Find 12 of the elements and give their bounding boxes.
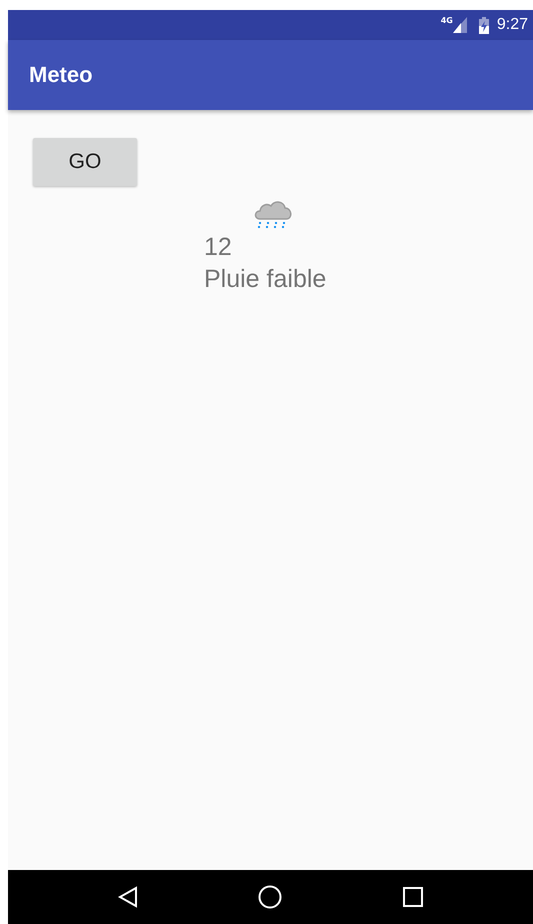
- network-type: 4G: [440, 16, 453, 25]
- clock: 9:27: [496, 16, 528, 34]
- back-icon[interactable]: [118, 886, 138, 908]
- app-title: Meteo: [29, 62, 93, 88]
- rain-cloud-icon: [252, 199, 294, 229]
- battery-icon: [478, 16, 489, 34]
- go-button[interactable]: GO: [33, 138, 137, 186]
- recents-icon[interactable]: [402, 887, 423, 907]
- signal-icon: [452, 17, 467, 33]
- weather-description: Pluie faible: [204, 264, 326, 295]
- home-icon[interactable]: [258, 885, 282, 909]
- temperature: 12: [204, 232, 232, 263]
